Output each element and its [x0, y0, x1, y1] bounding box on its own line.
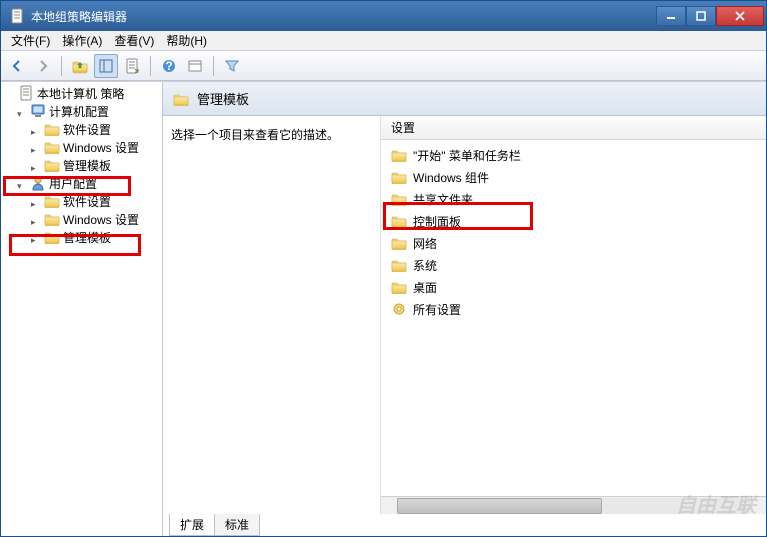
doc-icon	[18, 85, 34, 101]
maximize-button[interactable]	[686, 6, 716, 26]
item-label: 所有设置	[413, 301, 461, 318]
folder-icon	[44, 194, 60, 208]
menu-help[interactable]: 帮助(H)	[160, 30, 213, 51]
tree-label: Windows 设置	[63, 139, 139, 156]
forward-button[interactable]	[31, 54, 55, 78]
tree-label: 软件设置	[63, 193, 111, 210]
show-tree-button[interactable]	[94, 54, 118, 78]
list-item[interactable]: 桌面	[381, 276, 766, 298]
gear-icon	[391, 301, 407, 317]
svg-text:?: ?	[165, 59, 172, 73]
settings-list[interactable]: "开始" 菜单和任务栏 Windows 组件 共享文件夹 控制面板 网络 系统 …	[381, 140, 766, 496]
tab-strip: 扩展 标准	[163, 514, 766, 536]
content-header-title: 管理模板	[197, 89, 249, 108]
folder-icon	[44, 230, 60, 244]
user-icon	[30, 175, 46, 191]
tree-root[interactable]: 本地计算机 策略	[1, 84, 162, 102]
list-item[interactable]: "开始" 菜单和任务栏	[381, 144, 766, 166]
export-button[interactable]	[120, 54, 144, 78]
folder-icon	[44, 158, 60, 172]
folder-icon	[391, 236, 407, 250]
tree-label: 软件设置	[63, 121, 111, 138]
list-item[interactable]: 系统	[381, 254, 766, 276]
list-item[interactable]: 网络	[381, 232, 766, 254]
description-panel: 选择一个项目来查看它的描述。	[163, 116, 381, 514]
list-item[interactable]: 共享文件夹	[381, 188, 766, 210]
list-item[interactable]: Windows 组件	[381, 166, 766, 188]
folder-icon	[173, 92, 189, 106]
tab-standard[interactable]: 标准	[215, 514, 260, 536]
up-button[interactable]	[68, 54, 92, 78]
item-label: 控制面板	[413, 213, 461, 230]
item-label: "开始" 菜单和任务栏	[413, 147, 521, 164]
content-header: 管理模板	[163, 82, 766, 116]
properties-button[interactable]	[183, 54, 207, 78]
tree-cc-windows[interactable]: Windows 设置	[1, 138, 162, 156]
folder-icon	[391, 192, 407, 206]
horizontal-scrollbar[interactable]	[381, 496, 766, 514]
item-label: 网络	[413, 235, 437, 252]
folder-icon	[391, 214, 407, 228]
app-icon	[9, 8, 25, 24]
tree-cc-admin[interactable]: 管理模板	[1, 156, 162, 174]
help-button[interactable]: ?	[157, 54, 181, 78]
menu-action[interactable]: 操作(A)	[56, 30, 108, 51]
folder-icon	[44, 212, 60, 226]
tree-label: 管理模板	[63, 157, 111, 174]
close-button[interactable]	[716, 6, 764, 26]
toolbar: ?	[1, 51, 766, 81]
column-header-setting[interactable]: 设置	[381, 116, 766, 140]
item-label: 桌面	[413, 279, 437, 296]
computer-icon	[30, 103, 46, 119]
tree-cc-software[interactable]: 软件设置	[1, 120, 162, 138]
tree-pane[interactable]: 本地计算机 策略 计算机配置 软件设置 Windows 设置 管理模板	[1, 82, 163, 536]
menu-file[interactable]: 文件(F)	[5, 30, 56, 51]
tree-uc-windows[interactable]: Windows 设置	[1, 210, 162, 228]
folder-icon	[391, 170, 407, 184]
item-label: Windows 组件	[413, 169, 489, 186]
folder-icon	[391, 148, 407, 162]
list-item-control-panel[interactable]: 控制面板	[381, 210, 766, 232]
list-item-all-settings[interactable]: 所有设置	[381, 298, 766, 320]
tree-label: 用户配置	[49, 175, 97, 192]
folder-icon	[44, 122, 60, 136]
titlebar: 本地组策略编辑器	[1, 1, 766, 31]
content-pane: 管理模板 选择一个项目来查看它的描述。 设置 "开始" 菜单和任务栏 Windo…	[163, 82, 766, 536]
description-text: 选择一个项目来查看它的描述。	[171, 128, 339, 142]
menubar: 文件(F) 操作(A) 查看(V) 帮助(H)	[1, 31, 766, 51]
item-label: 共享文件夹	[413, 191, 473, 208]
item-label: 系统	[413, 257, 437, 274]
folder-icon	[391, 280, 407, 294]
tree-label: Windows 设置	[63, 211, 139, 228]
tree-computer-config[interactable]: 计算机配置	[1, 102, 162, 120]
scrollbar-thumb[interactable]	[397, 498, 602, 514]
tree-root-label: 本地计算机 策略	[37, 85, 124, 102]
tree-uc-software[interactable]: 软件设置	[1, 192, 162, 210]
folder-icon	[44, 140, 60, 154]
window-title: 本地组策略编辑器	[31, 8, 656, 25]
tree-label: 计算机配置	[49, 103, 109, 120]
column-header-label: 设置	[391, 119, 415, 136]
tree-uc-admin[interactable]: 管理模板	[1, 228, 162, 246]
minimize-button[interactable]	[656, 6, 686, 26]
filter-button[interactable]	[220, 54, 244, 78]
back-button[interactable]	[5, 54, 29, 78]
tab-extended[interactable]: 扩展	[169, 514, 215, 536]
tree-label: 管理模板	[63, 229, 111, 246]
menu-view[interactable]: 查看(V)	[108, 30, 160, 51]
folder-icon	[391, 258, 407, 272]
tree-user-config[interactable]: 用户配置	[1, 174, 162, 192]
